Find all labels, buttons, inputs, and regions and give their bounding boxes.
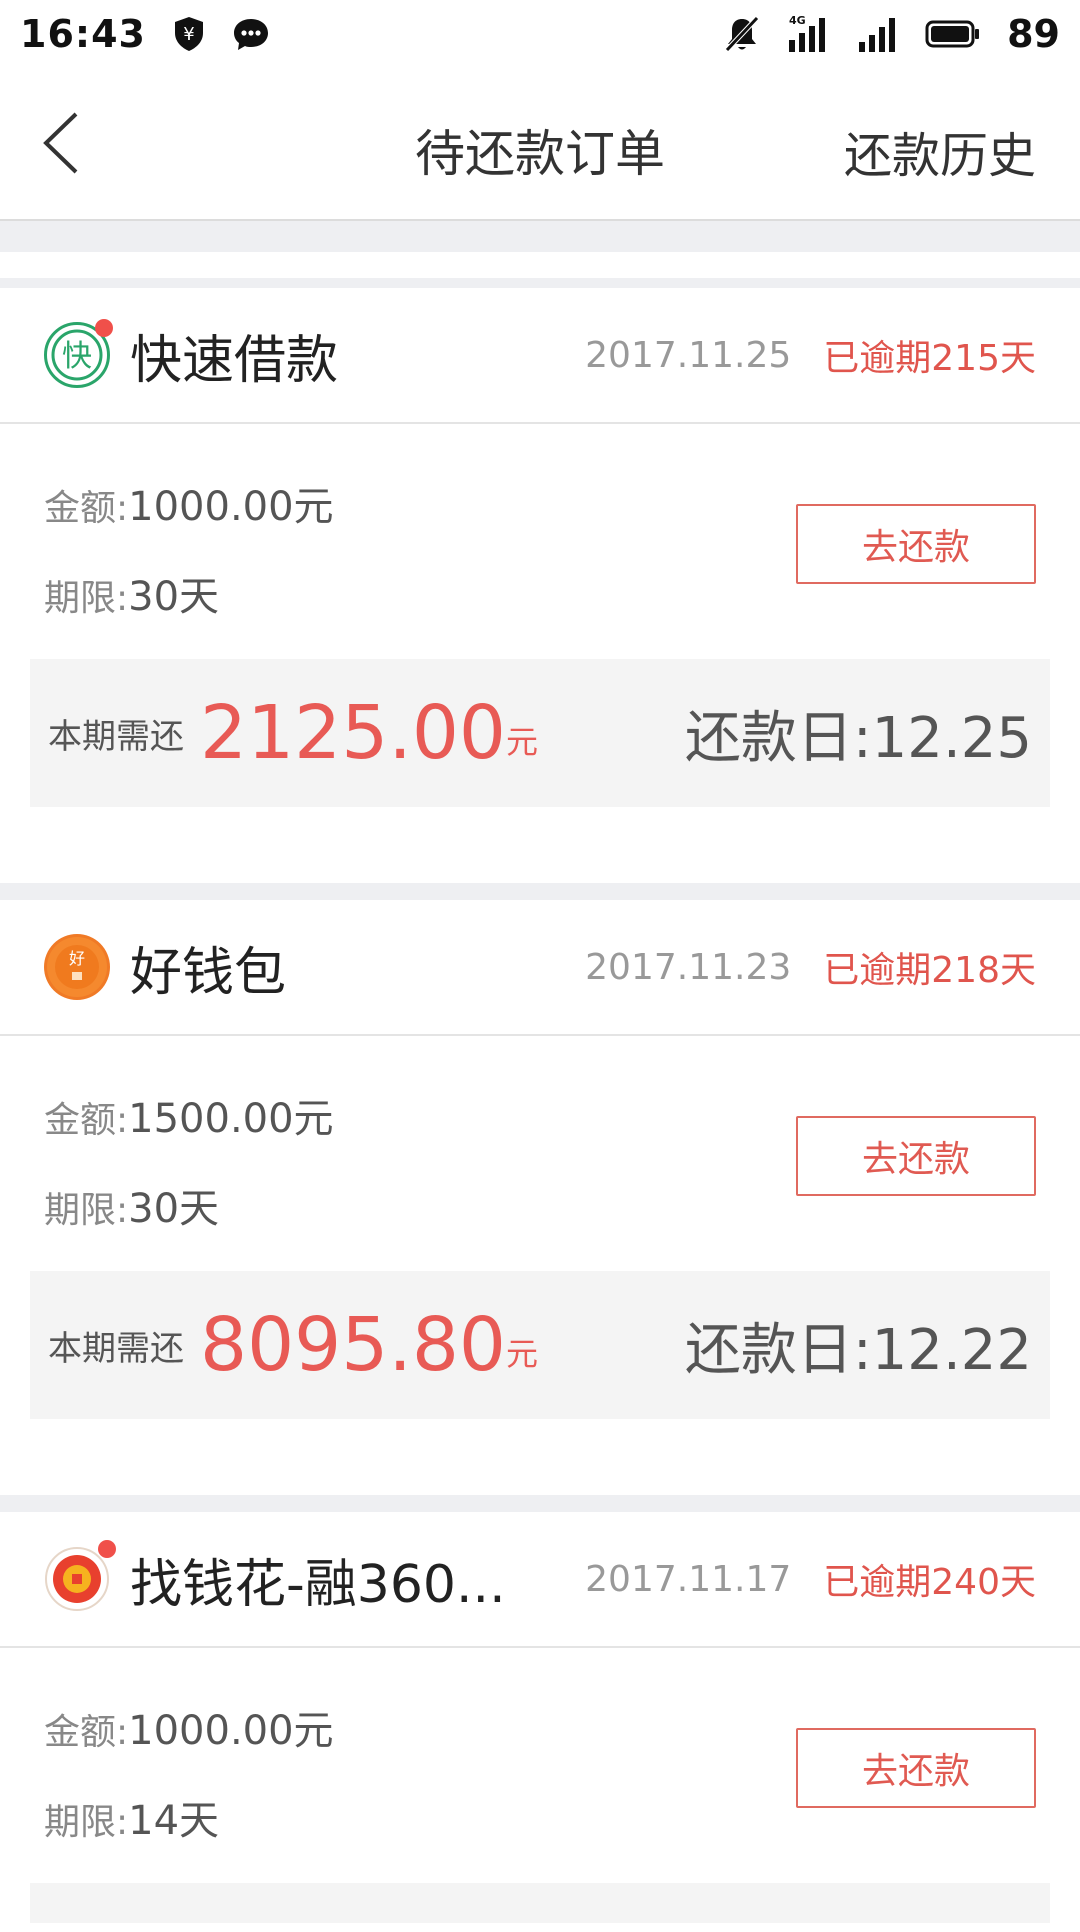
repay-button[interactable]: 去还款 [796, 504, 1036, 584]
divider [0, 252, 1080, 278]
app-logo-icon: 快 [44, 319, 113, 388]
order-header: 好 好钱包 2017.11.23 已逾期218天 [0, 900, 1080, 1036]
due-date: 还款日:12.25 [684, 705, 1032, 771]
amount-row: 金额:1000.00元 [44, 1698, 334, 1756]
divider [0, 222, 1080, 252]
repay-button[interactable]: 去还款 [796, 1116, 1036, 1196]
term-value: 14天 [128, 1798, 220, 1844]
status-bar: 16:43 ¥ 4G 89 [0, 0, 1080, 68]
amount-label: 金额: [44, 488, 129, 529]
overdue-status: 已逾期218天 [823, 950, 1036, 991]
app-name: 找钱花-融360... [130, 1554, 506, 1615]
svg-text:好: 好 [69, 949, 85, 968]
term-label: 期限: [44, 1190, 129, 1231]
chat-icon [233, 19, 268, 50]
term-value: 30天 [128, 1186, 220, 1232]
wallet-shield-icon: ¥ [174, 17, 203, 51]
term-label: 期限: [44, 578, 129, 619]
status-time: 16:43 [20, 12, 146, 56]
due-amount: 8095.80 [200, 1302, 507, 1388]
term-label: 期限: [44, 1802, 129, 1843]
amount-value: 1000.00元 [128, 1708, 334, 1754]
due-unit: 元 [506, 723, 539, 761]
app-logo-icon [44, 1540, 116, 1612]
order-date: 2017.11.23 [585, 946, 792, 988]
order-card: 找钱花-融360... 2017.11.17 已逾期240天 金额:1000.0… [0, 1512, 1080, 1932]
order-header: 快 快速借款 2017.11.25 已逾期215天 [0, 288, 1080, 424]
due-summary: 本期需还 8095.80 元 还款日:12.22 [30, 1271, 1050, 1419]
order-header: 找钱花-融360... 2017.11.17 已逾期240天 [0, 1512, 1080, 1648]
back-button[interactable] [30, 108, 100, 178]
due-label: 本期需还 [48, 716, 184, 757]
amount-label: 金额: [44, 1100, 129, 1141]
battery-icon [925, 20, 980, 48]
repayment-history-link[interactable]: 还款历史 [844, 116, 1036, 186]
order-card: 好 好钱包 2017.11.23 已逾期218天 金额:1500.00元 期限:… [0, 900, 1080, 1495]
order-details: 金额:1000.00元 期限:30天 去还款 [0, 424, 1080, 659]
due-summary [30, 1883, 1050, 1923]
svg-text:快: 快 [62, 339, 92, 374]
back-arrow-icon [43, 112, 78, 174]
due-unit: 元 [506, 1335, 539, 1373]
overdue-status: 已逾期215天 [823, 338, 1036, 379]
due-summary: 本期需还 2125.00 元 还款日:12.25 [30, 659, 1050, 807]
svg-text:¥: ¥ [183, 24, 194, 45]
order-details: 金额:1500.00元 期限:30天 去还款 [0, 1036, 1080, 1271]
notification-dot [95, 319, 113, 337]
amount-label: 金额: [44, 1712, 129, 1753]
nav-bar: 待还款订单 还款历史 [0, 68, 1080, 221]
term-value: 30天 [128, 574, 220, 620]
repay-button[interactable]: 去还款 [796, 1728, 1036, 1808]
amount-row: 金额:1500.00元 [44, 1086, 334, 1144]
amount-row: 金额:1000.00元 [44, 474, 334, 532]
overdue-status: 已逾期240天 [823, 1562, 1036, 1603]
due-amount: 2125.00 [200, 690, 507, 776]
app-name: 快速借款 [130, 330, 339, 391]
app-logo-icon: 好 [44, 934, 110, 1000]
due-date: 还款日:12.22 [684, 1317, 1032, 1383]
order-date: 2017.11.17 [585, 1558, 792, 1600]
order-details: 金额:1000.00元 期限:14天 去还款 [0, 1648, 1080, 1883]
muted-bell-icon [725, 16, 759, 52]
signal-icon [859, 18, 896, 52]
term-row: 期限:30天 [44, 1176, 219, 1234]
amount-value: 1000.00元 [128, 484, 334, 530]
order-date: 2017.11.25 [585, 334, 792, 376]
order-card: 快 快速借款 2017.11.25 已逾期215天 金额:1000.00元 期限… [0, 288, 1080, 883]
svg-text:4G: 4G [789, 14, 806, 27]
notification-dot [98, 1540, 116, 1558]
term-row: 期限:14天 [44, 1788, 219, 1846]
term-row: 期限:30天 [44, 564, 219, 622]
due-label: 本期需还 [48, 1328, 184, 1369]
signal-4g-icon: 4G [789, 14, 826, 52]
app-name: 好钱包 [130, 942, 287, 1003]
amount-value: 1500.00元 [128, 1096, 334, 1142]
battery-percent: 89 [1007, 12, 1060, 56]
